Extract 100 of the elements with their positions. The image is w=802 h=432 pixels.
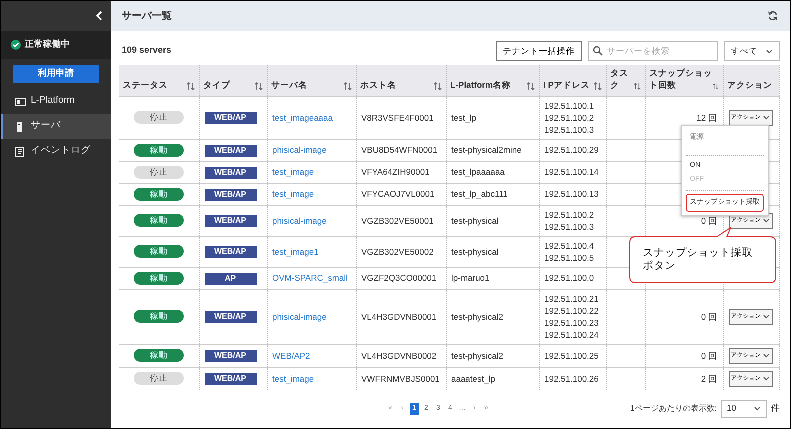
status-badge: 稼動	[134, 245, 184, 258]
type-badge: WEB/AP	[204, 188, 256, 200]
server-link[interactable]: WEB/AP2	[272, 350, 310, 360]
type-badge: WEB/AP	[204, 350, 256, 362]
type-badge: WEB/AP	[204, 166, 256, 178]
table-cell: test-physical	[446, 205, 539, 236]
table-cell: V8R3VSFE4F0001	[356, 96, 446, 139]
type-badge: WEB/AP	[204, 373, 256, 385]
caret-icon	[763, 115, 770, 120]
header-text: スナップショット回数	[650, 66, 713, 90]
sort-icon[interactable]	[434, 82, 442, 90]
server-link[interactable]: test_image	[272, 167, 314, 177]
caret-icon	[766, 48, 773, 54]
table-cell: VL4H3GDVNB0001	[356, 289, 446, 344]
table-cell: VGZB302VE50001	[356, 205, 446, 236]
table-cell: 192.51.100.2 192.51.100.3	[539, 205, 606, 236]
status-text: 正常稼働中	[25, 38, 70, 52]
log-icon	[15, 146, 26, 156]
type-badge: WEB/AP	[204, 311, 256, 323]
header-text: ステータス	[123, 78, 168, 90]
table-cell: VGZF2Q3CO00001	[356, 267, 446, 289]
status-badge: 停止	[134, 111, 184, 124]
page-title: サーバ一覧	[122, 10, 172, 24]
table-cell: VBU8D54WFN0001	[356, 139, 446, 161]
sort-icon[interactable]	[344, 82, 352, 90]
refresh-icon[interactable]	[768, 11, 778, 21]
table-cell: 192.51.100.25	[539, 344, 606, 367]
server-link[interactable]: OVM-SPARC_small	[272, 273, 348, 283]
type-badge: AP	[204, 272, 256, 284]
header-text: タイプ	[204, 78, 230, 90]
table-cell: test_lp_abc111	[446, 183, 539, 205]
table-cell: 0 回	[645, 289, 723, 344]
sort-icon[interactable]	[526, 82, 534, 90]
status-badge: 稼動	[134, 214, 184, 227]
table-cell: 192.51.100.13	[539, 183, 606, 205]
table-cell: VFYA64ZIH90001	[356, 161, 446, 183]
per-page-label: 1ページあたりの表示数:	[630, 402, 717, 414]
header-text: サーバ名	[272, 78, 308, 90]
table-cell: VFYCAOJ7VL0001	[356, 183, 446, 205]
server-link[interactable]: phisical-image	[272, 145, 327, 155]
caret-icon	[763, 376, 770, 381]
type-badge: WEB/AP	[204, 112, 256, 124]
collapse-icon[interactable]	[96, 11, 103, 21]
status-badge: 稼動	[134, 272, 184, 284]
server-link[interactable]: phisical-image	[272, 312, 327, 322]
header-text: L-Platform名称	[450, 78, 511, 90]
status-badge: 稼動	[134, 349, 184, 362]
table-cell: VL4H3GDVNB0002	[356, 344, 446, 367]
table-cell: 192.51.100.14	[539, 161, 606, 183]
server-link[interactable]: test_imageaaaa	[272, 112, 333, 122]
window-icon	[15, 96, 26, 106]
table-cell: test_lp	[446, 96, 539, 139]
header-text: タスク	[610, 66, 630, 90]
table-cell: VWFRNMVBJS0001	[356, 367, 446, 390]
status-badge: 停止	[134, 372, 184, 385]
sort-icon[interactable]	[186, 82, 194, 90]
status-badge: 稼動	[134, 188, 184, 200]
caret-icon	[763, 314, 770, 319]
sidebar-item[interactable]: サーバ	[1, 114, 111, 139]
table-cell: lp-maruo1	[446, 267, 539, 289]
sort-icon[interactable]	[254, 82, 262, 90]
table-cell: test-physical2	[446, 344, 539, 367]
header-text: アクション	[728, 78, 772, 90]
sort-icon[interactable]	[712, 82, 718, 90]
sort-icon[interactable]	[594, 82, 602, 90]
table-cell: VGZB302VE50002	[356, 236, 446, 267]
caret-icon	[763, 218, 770, 223]
request-button[interactable]: 利用申請	[13, 65, 99, 83]
server-link[interactable]: test_image	[272, 189, 314, 199]
type-badge: WEB/AP	[204, 246, 256, 258]
caret-icon	[754, 406, 761, 411]
table-cell: 192.51.100.26	[539, 367, 606, 390]
table-cell: 192.51.100.29	[539, 139, 606, 161]
sidebar-item[interactable]: L-Platform	[1, 89, 111, 114]
type-badge: WEB/AP	[204, 215, 256, 227]
type-badge: WEB/AP	[204, 144, 256, 156]
server-count: 109 servers	[122, 44, 172, 58]
caret-icon	[763, 353, 770, 358]
status-badge: 稼動	[134, 144, 184, 156]
table-cell: 192.51.100.1 192.51.100.2 192.51.100.3	[539, 96, 606, 139]
per-page-select[interactable]: 10	[721, 400, 767, 418]
header-text: I Pアドレス	[544, 78, 590, 90]
filter-select[interactable]: すべて	[724, 41, 780, 61]
server-link[interactable]: phisical-image	[272, 216, 327, 226]
bulk-action-button[interactable]: テナント一括操作	[496, 41, 582, 61]
filter-value: すべて	[731, 44, 758, 58]
table-cell: test-physical2	[446, 289, 539, 344]
status-badge: 稼動	[134, 310, 184, 323]
status-badge: 停止	[134, 166, 184, 178]
table-cell: test-physical	[446, 236, 539, 267]
table-cell: test_lpaaaaaa	[446, 161, 539, 183]
table-cell: test-physical2mine	[446, 139, 539, 161]
sidebar-item[interactable]: イベントログ	[1, 139, 111, 164]
server-link[interactable]: test_image1	[272, 246, 319, 256]
callout-tooltip: スナップショット採取 ボタン	[629, 227, 777, 284]
server-link[interactable]: test_image	[272, 374, 314, 384]
table-cell: 192.51.100.0	[539, 267, 606, 289]
search-field[interactable]: サーバーを検索	[588, 41, 718, 61]
sort-icon[interactable]	[634, 82, 640, 90]
unit-label: 件	[771, 402, 780, 415]
